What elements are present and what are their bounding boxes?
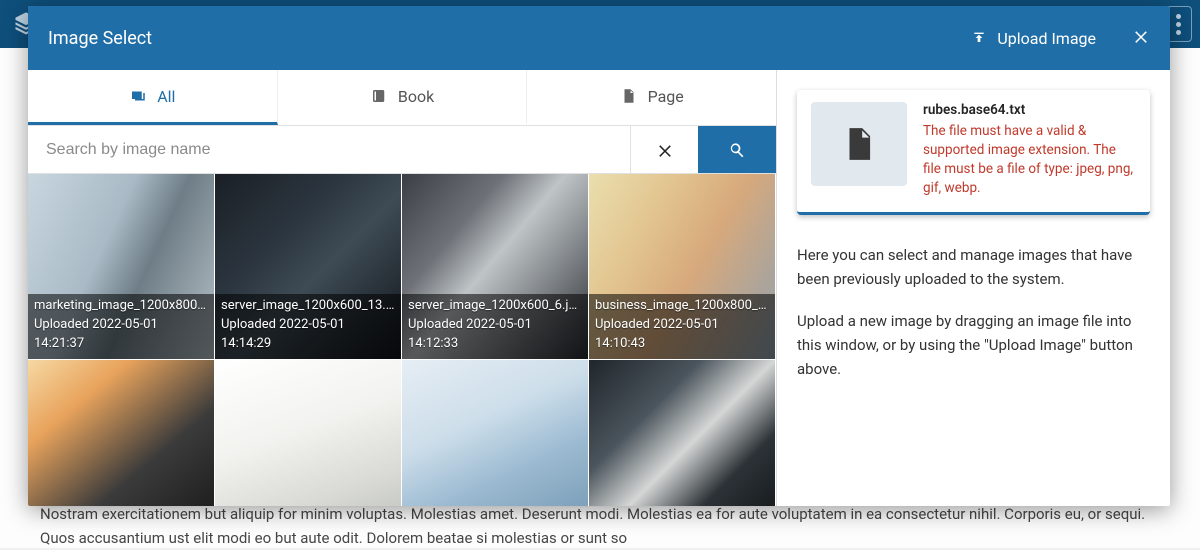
error-message: The file must have a valid & supported i…	[923, 122, 1136, 198]
image-filename: business_image_1200x800_5.jp	[595, 297, 769, 316]
tab-page-label: Page	[648, 87, 684, 106]
book-icon	[370, 87, 388, 105]
file-icon	[840, 121, 878, 167]
helper-text: Here you can select and manage images th…	[797, 243, 1150, 381]
tab-book-label: Book	[398, 87, 434, 106]
tab-all[interactable]: All	[28, 70, 278, 125]
image-thumbnail[interactable]	[28, 360, 215, 506]
image-uploaded: Uploaded 2022-05-01 14:12:33	[408, 316, 582, 354]
search-icon	[727, 140, 747, 160]
image-thumbnail[interactable]: server_image_1200x600_6.jpgUploaded 2022…	[402, 174, 589, 360]
image-filename: marketing_image_1200x800_1.	[34, 297, 208, 316]
helper-paragraph-1: Here you can select and manage images th…	[797, 243, 1150, 291]
tabs: All Book Page	[28, 70, 776, 126]
upload-image-button[interactable]: Upload Image	[971, 29, 1096, 48]
image-filename: server_image_1200x600_13.jpg	[221, 297, 395, 316]
close-icon	[1132, 27, 1150, 45]
image-thumbnail[interactable]: business_image_1200x800_5.jpUploaded 202…	[589, 174, 776, 360]
image-select-modal: Image Select Upload Image All Book	[28, 6, 1170, 506]
upload-image-label: Upload Image	[997, 29, 1096, 48]
tab-book[interactable]: Book	[278, 70, 528, 125]
image-uploaded: Uploaded 2022-05-01 14:21:37	[34, 316, 208, 354]
image-thumbnail[interactable]	[589, 360, 776, 506]
image-meta: marketing_image_1200x800_1.Uploaded 2022…	[28, 294, 214, 359]
left-pane: All Book Page mar	[28, 70, 777, 506]
modal-title: Image Select	[48, 28, 152, 49]
image-thumbnail[interactable]	[215, 360, 402, 506]
page-icon	[620, 87, 638, 105]
upload-icon	[971, 30, 987, 46]
image-meta: server_image_1200x600_13.jpgUploaded 202…	[215, 294, 401, 359]
search-button[interactable]	[698, 126, 776, 173]
close-icon	[656, 141, 674, 159]
helper-paragraph-2: Upload a new image by dragging an image …	[797, 309, 1150, 381]
image-thumbnail[interactable]: server_image_1200x600_13.jpgUploaded 202…	[215, 174, 402, 360]
image-thumbnail[interactable]	[402, 360, 589, 506]
file-thumbnail	[811, 102, 907, 186]
modal-body: All Book Page mar	[28, 70, 1170, 506]
modal-header: Image Select Upload Image	[28, 6, 1170, 70]
error-filename: rubes.base64.txt	[923, 102, 1136, 118]
image-meta: server_image_1200x600_6.jpgUploaded 2022…	[402, 294, 588, 359]
search-row	[28, 126, 776, 174]
image-uploaded: Uploaded 2022-05-01 14:14:29	[221, 316, 395, 354]
search-input[interactable]	[28, 126, 630, 173]
clear-search-button[interactable]	[630, 126, 698, 173]
image-meta: business_image_1200x800_5.jpUploaded 202…	[589, 294, 775, 359]
tab-all-label: All	[157, 87, 175, 106]
images-icon	[129, 87, 147, 105]
image-uploaded: Uploaded 2022-05-01 14:10:43	[595, 316, 769, 354]
right-pane: rubes.base64.txt The file must have a va…	[777, 70, 1170, 506]
image-filename: server_image_1200x600_6.jpg	[408, 297, 582, 316]
image-grid: marketing_image_1200x800_1.Uploaded 2022…	[28, 174, 776, 506]
close-button[interactable]	[1132, 26, 1150, 50]
image-thumbnail[interactable]: marketing_image_1200x800_1.Uploaded 2022…	[28, 174, 215, 360]
tab-page[interactable]: Page	[527, 70, 776, 125]
upload-error-card: rubes.base64.txt The file must have a va…	[797, 90, 1150, 215]
